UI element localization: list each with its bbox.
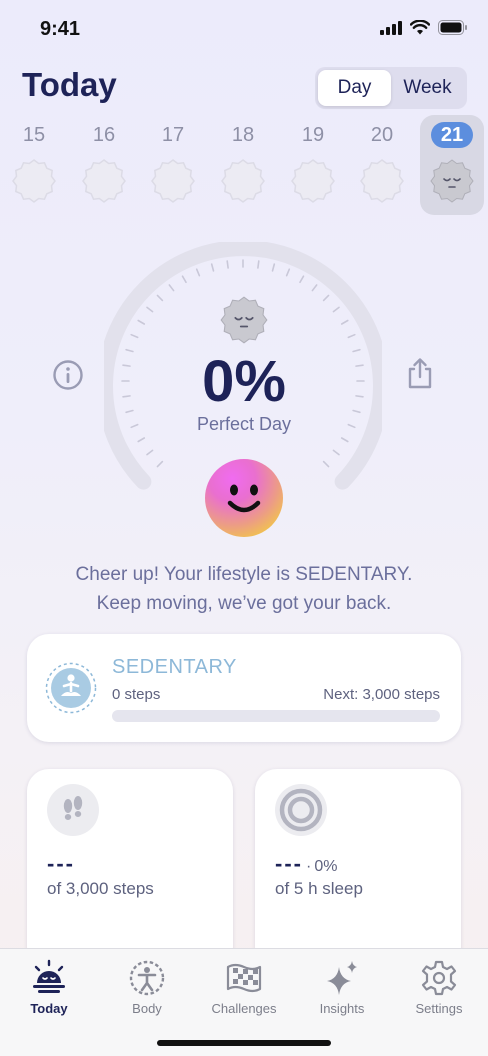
date-item-18[interactable]: 18 — [211, 115, 275, 215]
day-toggle-button[interactable]: Day — [318, 70, 391, 106]
dial-tick — [347, 333, 356, 339]
smiley-face-button[interactable] — [205, 459, 283, 537]
dial-tick — [340, 437, 349, 443]
dial-tick — [332, 449, 340, 456]
home-indicator — [157, 1040, 331, 1046]
status-icons — [380, 20, 468, 35]
sleep-value: --- — [275, 851, 303, 876]
mood-face-icon — [430, 159, 474, 203]
dial-tick — [168, 284, 175, 292]
date-item-20[interactable]: 20 — [350, 115, 414, 215]
dial-tick — [146, 306, 154, 313]
sleep-card[interactable]: --- · 0% of 5 h sleep — [255, 769, 461, 969]
date-strip: 15 16 17 18 19 20 21 — [0, 115, 488, 215]
motivation-message: Cheer up! Your lifestyle is SEDENTARY. K… — [0, 560, 488, 618]
date-item-19[interactable]: 19 — [281, 115, 345, 215]
dial-tick — [195, 268, 201, 277]
wifi-icon — [410, 20, 430, 35]
dial-tick — [137, 437, 146, 443]
dial-tick — [181, 275, 187, 284]
date-number-selected: 21 — [430, 122, 474, 148]
footprints-icon — [47, 784, 99, 836]
mood-outline-icon — [12, 159, 56, 203]
lifestyle-level-card[interactable]: SEDENTARY 0 steps Next: 3,000 steps — [27, 634, 461, 742]
level-name: SEDENTARY — [112, 656, 237, 678]
date-item-21[interactable]: 21 — [420, 115, 484, 215]
today-sun-icon — [33, 959, 65, 993]
steps-card[interactable]: --- of 3,000 steps — [27, 769, 233, 969]
tab-challenges[interactable]: Challenges — [195, 959, 293, 1016]
separator-dot: · — [305, 858, 312, 875]
level-steps: 0 steps — [112, 686, 161, 703]
steps-value: --- — [47, 851, 75, 876]
date-item-15[interactable]: 15 — [2, 115, 66, 215]
signal-icon — [380, 20, 402, 35]
page-title: Today — [22, 66, 117, 103]
week-toggle-button[interactable]: Week — [391, 70, 464, 106]
dial-tick — [210, 263, 215, 272]
tab-label: Today — [30, 1001, 68, 1016]
smiley-face-icon — [227, 484, 261, 513]
meditation-icon — [45, 662, 97, 714]
gear-icon — [421, 960, 457, 996]
date-item-16[interactable]: 16 — [72, 115, 136, 215]
mood-outline-icon — [151, 159, 195, 203]
info-icon[interactable] — [52, 359, 84, 391]
dial-tick — [322, 294, 330, 302]
message-line-1: Cheer up! Your lifestyle is SEDENTARY. — [75, 564, 413, 585]
tab-label: Settings — [415, 1001, 463, 1016]
dial-tick — [226, 260, 229, 269]
dial-tick — [130, 333, 139, 339]
tab-settings[interactable]: Settings — [390, 959, 488, 1016]
date-number: 17 — [161, 123, 185, 146]
date-number: 18 — [231, 123, 255, 146]
tab-label: Insights — [319, 1001, 365, 1016]
message-line-2: Keep moving, we’ve got your back. — [96, 593, 392, 614]
date-item-17[interactable]: 17 — [141, 115, 205, 215]
dial-tick — [271, 263, 276, 272]
sparkles-icon — [327, 961, 357, 995]
mood-outline-icon — [82, 159, 126, 203]
status-time: 9:41 — [40, 18, 81, 40]
dial-tick — [156, 294, 164, 302]
ring-icon — [275, 784, 327, 836]
mood-outline-icon — [221, 159, 265, 203]
dial-tick — [146, 449, 154, 456]
dial-tick — [332, 306, 340, 313]
date-number: 19 — [301, 123, 325, 146]
dial-tick — [257, 260, 260, 269]
date-number: 16 — [92, 123, 116, 146]
mood-outline-icon — [360, 159, 404, 203]
level-progress-bar — [112, 710, 440, 722]
tab-label: Challenges — [211, 1001, 277, 1016]
steps-goal-label: of 3,000 steps — [47, 879, 154, 898]
battery-icon — [438, 20, 467, 35]
share-icon[interactable] — [404, 356, 436, 390]
tab-today[interactable]: Today — [0, 959, 98, 1016]
body-icon — [129, 960, 165, 996]
checkered-flag-icon — [226, 963, 262, 993]
sleep-value-row: --- · 0% — [275, 851, 337, 877]
sleep-goal-label: of 5 h sleep — [275, 879, 363, 898]
status-bar: 9:41 — [0, 0, 488, 60]
tab-body[interactable]: Body — [98, 959, 196, 1016]
level-next-goal: Next: 3,000 steps — [323, 686, 440, 703]
tab-insights[interactable]: Insights — [293, 959, 391, 1016]
date-number: 15 — [22, 123, 46, 146]
date-number: 20 — [370, 123, 394, 146]
dial-tick — [311, 284, 318, 292]
sleep-percent: 0% — [314, 858, 338, 875]
dial-tick — [299, 275, 305, 284]
dial-tick — [285, 268, 291, 277]
tab-label: Body — [132, 1001, 162, 1016]
dial-tick — [322, 460, 330, 468]
day-week-toggle: Day Week — [315, 67, 467, 109]
dial-tick — [340, 319, 349, 325]
mood-outline-icon — [291, 159, 335, 203]
mood-face-icon — [220, 296, 268, 344]
dial-tick — [137, 319, 146, 325]
dial-tick — [156, 460, 164, 468]
progress-label: Perfect Day — [196, 414, 292, 434]
